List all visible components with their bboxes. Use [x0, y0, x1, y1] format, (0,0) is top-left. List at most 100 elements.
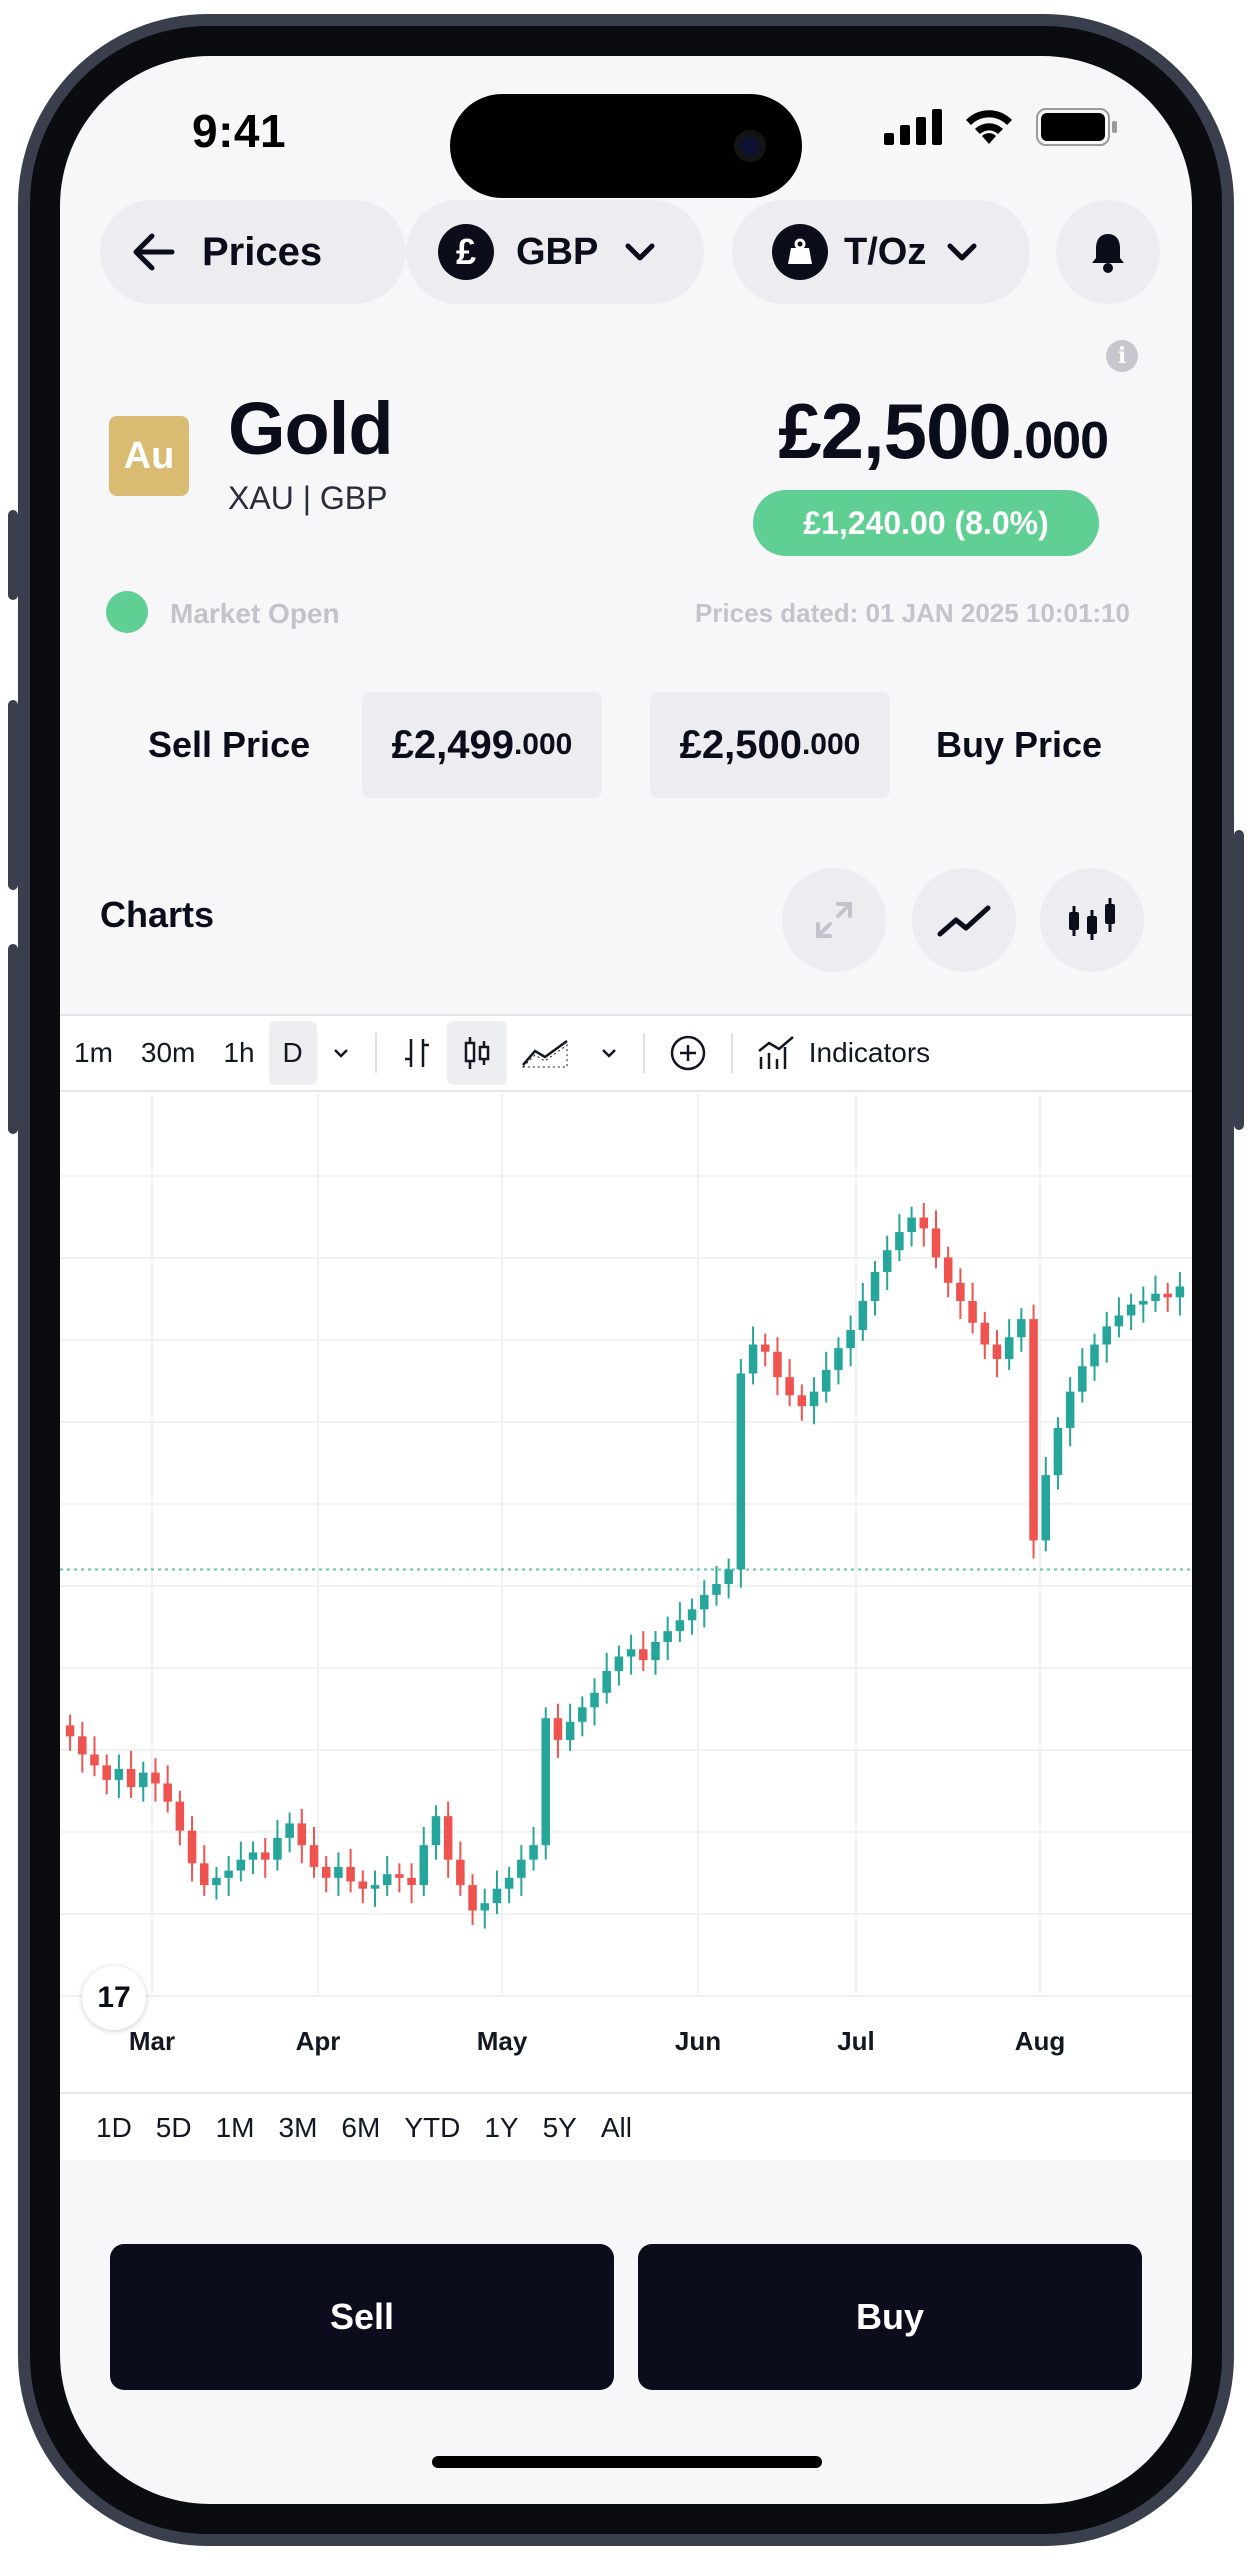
buy-price-integer: £2,500: [679, 722, 802, 767]
candle-body: [1041, 1475, 1051, 1541]
candlestick-chart[interactable]: Mar Apr May Jun Jul Aug: [60, 1094, 1192, 2090]
back-button[interactable]: Prices: [100, 200, 406, 304]
candle-body: [1175, 1286, 1185, 1298]
candle-body: [114, 1768, 124, 1780]
candle-body: [199, 1863, 209, 1886]
candle-body: [1090, 1344, 1099, 1367]
candle-body: [846, 1330, 855, 1349]
candle-body: [907, 1217, 916, 1233]
candle-body: [78, 1736, 87, 1755]
candle-body: [663, 1631, 672, 1642]
sell-price-label: Sell Price: [148, 724, 311, 765]
compare-button[interactable]: [655, 1021, 721, 1085]
range-3m[interactable]: 3M: [267, 2112, 330, 2144]
candle-body: [139, 1772, 148, 1788]
interval-30m[interactable]: 30m: [127, 1021, 209, 1085]
info-icon[interactable]: i: [1106, 340, 1138, 372]
candle-body: [736, 1373, 746, 1570]
candle-body: [858, 1300, 868, 1330]
currency-selector[interactable]: £ GBP: [406, 200, 704, 304]
candle-body: [773, 1351, 782, 1378]
line-chart-icon: [937, 905, 991, 937]
buy-button[interactable]: Buy: [638, 2244, 1142, 2390]
candlestick-icon: [1069, 898, 1115, 940]
candle-body: [529, 1845, 538, 1860]
interval-1m[interactable]: 1m: [60, 1021, 127, 1085]
candle-body: [334, 1866, 343, 1878]
chevron-down-icon[interactable]: [595, 1039, 623, 1067]
interval-1h[interactable]: 1h: [209, 1021, 268, 1085]
candle-body: [1029, 1319, 1038, 1541]
range-1m[interactable]: 1M: [204, 2112, 267, 2144]
chevron-down-icon: [947, 243, 977, 261]
buy-price-label: Buy Price: [936, 724, 1103, 765]
currency-label: GBP: [516, 230, 599, 273]
notifications-button[interactable]: [1056, 200, 1160, 304]
tradingview-logo[interactable]: 17: [82, 1966, 146, 2030]
candles-style-button[interactable]: [446, 1021, 507, 1085]
candle-body: [1004, 1337, 1014, 1360]
candle-body: [821, 1369, 831, 1392]
candle-body: [797, 1395, 807, 1407]
sell-price-integer: £2,499: [391, 722, 514, 767]
expand-chart-button[interactable]: [782, 868, 886, 972]
pound-icon: £: [438, 224, 494, 280]
buy-price-box: £2,500.000: [650, 692, 890, 798]
candle-body: [882, 1250, 892, 1272]
area-style-button[interactable]: [507, 1021, 585, 1085]
app-screen: 9:41 Prices £ GBP T/Oz i Au Gold XAU | G…: [60, 56, 1192, 2504]
range-1y[interactable]: 1Y: [472, 2112, 530, 2144]
range-1d[interactable]: 1D: [84, 2112, 144, 2144]
candle-body: [870, 1271, 880, 1301]
candle-body: [1151, 1293, 1160, 1301]
candle-body: [248, 1852, 258, 1860]
range-all[interactable]: All: [589, 2112, 644, 2144]
sell-button[interactable]: Sell: [110, 2244, 614, 2390]
expand-icon: [816, 902, 852, 938]
candle-body: [90, 1754, 99, 1766]
candle-body: [700, 1594, 709, 1610]
candle-body: [517, 1859, 526, 1878]
candlestick-chart-button[interactable]: [1040, 868, 1144, 972]
range-ytd[interactable]: YTD: [392, 2112, 472, 2144]
candle-body: [1017, 1319, 1026, 1338]
power-button: [1234, 830, 1244, 1130]
candle-body: [1078, 1366, 1087, 1392]
candle-body: [651, 1642, 660, 1661]
candle-body: [760, 1344, 770, 1352]
add-circle-icon: [670, 1035, 706, 1071]
area-chart-icon: [521, 1039, 568, 1068]
indicators-icon: [757, 1036, 794, 1069]
indicators-button[interactable]: Indicators: [743, 1021, 944, 1085]
range-6m[interactable]: 6M: [329, 2112, 392, 2144]
charts-title: Charts: [100, 894, 215, 935]
candle-body: [309, 1845, 319, 1867]
chart-panel[interactable]: 1m 30m 1h D Indicators Mar Apr May Jun J…: [60, 1014, 1192, 2160]
x-tick-label: May: [477, 2026, 528, 2056]
current-price-integer: £2,500: [778, 387, 1012, 475]
x-tick-label: Jul: [837, 2026, 875, 2056]
chevron-down-icon[interactable]: [327, 1039, 355, 1067]
page-title: Prices: [202, 229, 323, 274]
camera-icon: [734, 130, 766, 162]
prices-dated: Prices dated: 01 JAN 2025 10:01:10: [694, 598, 1130, 628]
unit-selector[interactable]: T/Oz: [732, 200, 1030, 304]
status-icons: [884, 108, 1118, 146]
candle-body: [126, 1768, 136, 1788]
home-indicator: [432, 2456, 822, 2468]
candle-body: [785, 1377, 794, 1396]
candle-body: [809, 1391, 819, 1407]
range-5y[interactable]: 5Y: [531, 2112, 589, 2144]
interval-d[interactable]: D: [268, 1021, 317, 1085]
range-5d[interactable]: 5D: [144, 2112, 204, 2144]
candle-body: [895, 1232, 904, 1251]
line-chart-button[interactable]: [912, 868, 1016, 972]
candle-body: [992, 1344, 1002, 1360]
bars-style-button[interactable]: [387, 1021, 447, 1085]
candle-body: [504, 1877, 514, 1889]
buy-price-decimals: .000: [801, 728, 861, 761]
asset-pair: XAU | GBP: [228, 480, 388, 516]
candle-body: [626, 1649, 636, 1657]
asset-badge: Au: [109, 416, 189, 496]
candle-body: [712, 1583, 721, 1595]
